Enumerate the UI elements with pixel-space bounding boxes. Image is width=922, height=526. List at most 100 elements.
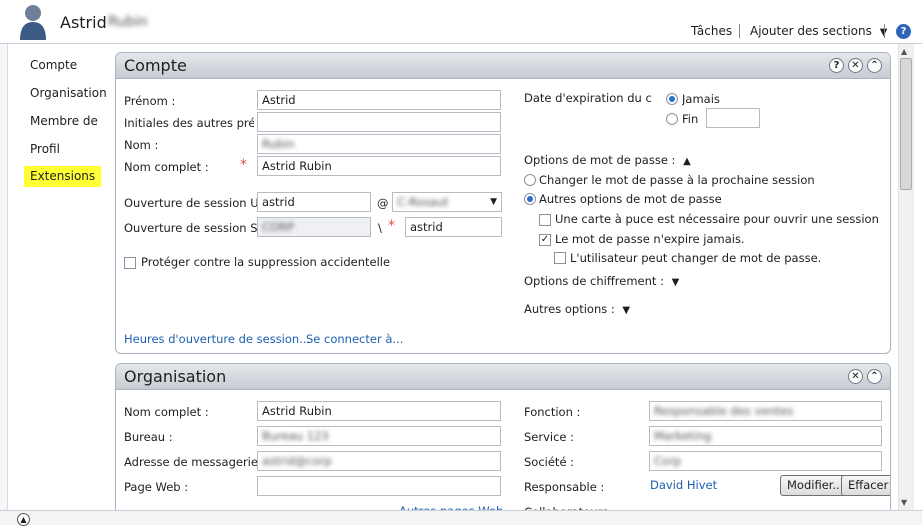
never-expires-checkbox[interactable]: ✓ <box>539 234 551 246</box>
encryption-label[interactable]: Options de chiffrement : ▼ <box>524 274 679 288</box>
protect-checkbox[interactable] <box>124 257 136 269</box>
domain-value: C-Rosaut <box>397 195 449 209</box>
organisation-section-title: Organisation <box>124 367 227 386</box>
logon-pre-label: Ouverture de session S... <box>124 221 259 235</box>
close-icon[interactable]: ✕ <box>848 369 863 384</box>
company-label: Société : <box>524 455 575 469</box>
last-name-label: Nom : <box>124 138 159 152</box>
nav-item-profil[interactable]: Profil <box>24 139 66 160</box>
header-separator <box>739 24 740 38</box>
chevron-down-icon: ▼ <box>490 197 497 207</box>
chevron-down-icon: ▼ <box>622 305 631 316</box>
close-icon[interactable]: ✕ <box>848 58 863 73</box>
office-field[interactable]: Bureau 123 <box>257 426 501 446</box>
required-indicator: * <box>240 157 247 173</box>
tasks-link[interactable]: Tâches <box>691 24 732 38</box>
bottom-bar: ▲ <box>0 510 922 526</box>
manager-label: Responsable : <box>524 480 605 494</box>
end-date-field[interactable] <box>706 108 760 128</box>
logon-pre-domain-value: CORP <box>262 220 295 234</box>
user-first-name: Astrid <box>60 13 107 32</box>
dept-label: Service : <box>524 430 575 444</box>
nav-item-organisation[interactable]: Organisation <box>24 83 113 104</box>
other-options-label[interactable]: Autres options : ▼ <box>524 302 630 316</box>
nav-item-extensions[interactable]: Extensions <box>24 166 102 187</box>
scroll-thumb[interactable] <box>900 58 912 190</box>
collapse-icon[interactable]: ⌃ <box>867 369 882 384</box>
org-full-name-value: Astrid Rubin <box>262 404 332 418</box>
domain-select[interactable]: C-Rosaut ▼ <box>392 192 502 212</box>
add-sections-label: Ajouter des sections <box>750 24 872 38</box>
required-indicator: * <box>388 218 395 234</box>
web-field[interactable] <box>257 476 501 496</box>
logon-label: Ouverture de session U... <box>124 196 259 210</box>
org-full-name-label: Nom complet : <box>124 405 209 419</box>
job-field[interactable]: Responsable des ventes <box>649 401 882 421</box>
manager-link[interactable]: David Hivet <box>650 478 717 492</box>
pw-change-next-label: Changer le mot de passe à la prochaine s… <box>539 173 815 187</box>
nav-item-compte[interactable]: Compte <box>24 55 83 76</box>
logon-hours-link[interactable]: Heures d'ouverture de session... <box>124 332 310 346</box>
full-name-field[interactable]: Astrid Rubin <box>257 156 501 176</box>
scroll-down-arrow-icon[interactable]: ▼ <box>901 498 907 507</box>
first-name-field[interactable]: Astrid <box>257 90 501 110</box>
full-name-value: Astrid Rubin <box>262 159 332 173</box>
office-label: Bureau : <box>124 430 173 444</box>
user-last-name: Rubin <box>108 14 148 30</box>
cannot-change-label: L'utilisateur peut changer de mot de pas… <box>570 251 822 265</box>
protect-label: Protéger contre la suppression accidente… <box>141 255 391 269</box>
pw-other-label: Autres options de mot de passe <box>539 192 722 206</box>
cannot-change-checkbox[interactable] <box>554 252 566 264</box>
job-value: Responsable des ventes <box>654 404 794 418</box>
clear-button[interactable]: Effacer <box>841 475 890 496</box>
email-value: astrid@corp <box>262 454 332 468</box>
compte-section-header: Compte ? ✕ ⌃ <box>116 53 890 79</box>
help-icon[interactable]: ? <box>896 24 911 39</box>
smartcard-label: Une carte à puce est nécessaire pour ouv… <box>555 212 880 226</box>
dept-field[interactable]: Marketing <box>649 426 882 446</box>
logon-to-link[interactable]: Se connecter à... <box>306 332 403 346</box>
dept-value: Marketing <box>654 429 712 443</box>
pw-change-next-radio[interactable] <box>524 174 536 186</box>
full-name-label: Nom complet : <box>124 160 209 174</box>
user-avatar <box>18 2 48 40</box>
web-label: Page Web : <box>124 480 189 494</box>
email-label: Adresse de messagerie : <box>124 455 266 469</box>
logon-pre-domain-field: CORP <box>257 217 371 237</box>
chevron-down-icon: ▼ <box>671 277 680 288</box>
header-bar: Astrid Rubin Tâches Ajouter des sections… <box>0 0 922 44</box>
add-sections-menu[interactable]: Ajouter des sections ▼ <box>750 24 887 38</box>
job-label: Fonction : <box>524 405 581 419</box>
logon-pre-user-field[interactable]: astrid <box>405 217 502 237</box>
pw-other-radio[interactable] <box>524 193 536 205</box>
initials-label: Initiales des autres pré... <box>124 116 254 130</box>
smartcard-checkbox[interactable] <box>539 214 551 226</box>
organisation-section-header: Organisation ✕ ⌃ <box>116 364 890 390</box>
header-separator <box>884 24 885 38</box>
expand-up-icon[interactable]: ▲ <box>17 513 30 526</box>
first-name-label: Prénom : <box>124 94 176 108</box>
compte-section-title: Compte <box>124 56 187 75</box>
encryption-text: Options de chiffrement : <box>524 274 664 288</box>
email-field[interactable]: astrid@corp <box>257 451 501 471</box>
never-label: Jamais <box>682 92 720 106</box>
org-full-name-field[interactable]: Astrid Rubin <box>257 401 501 421</box>
compte-section: Compte ? ✕ ⌃ Prénom : Astrid Initiales d… <box>115 52 891 354</box>
modify-button[interactable]: Modifier... <box>780 475 851 496</box>
office-value: Bureau 123 <box>262 429 329 443</box>
pw-options-text: Options de mot de passe : <box>524 153 676 167</box>
end-radio[interactable] <box>666 113 678 125</box>
never-expires-label: Le mot de passe n'expire jamais. <box>555 232 745 246</box>
scroll-up-arrow-icon[interactable]: ▲ <box>901 47 907 56</box>
nav-item-membre-de[interactable]: Membre de <box>24 111 104 132</box>
other-options-text: Autres options : <box>524 302 615 316</box>
collapse-icon[interactable]: ⌃ <box>867 58 882 73</box>
initials-field[interactable] <box>257 112 501 132</box>
last-name-field[interactable]: Rubin <box>257 134 501 154</box>
chevron-up-icon[interactable]: ▲ <box>683 156 691 167</box>
never-radio[interactable] <box>666 93 678 105</box>
company-field[interactable]: Corp <box>649 451 882 471</box>
logon-field[interactable]: astrid <box>257 192 371 212</box>
left-border <box>0 44 8 525</box>
help-icon[interactable]: ? <box>829 58 844 73</box>
